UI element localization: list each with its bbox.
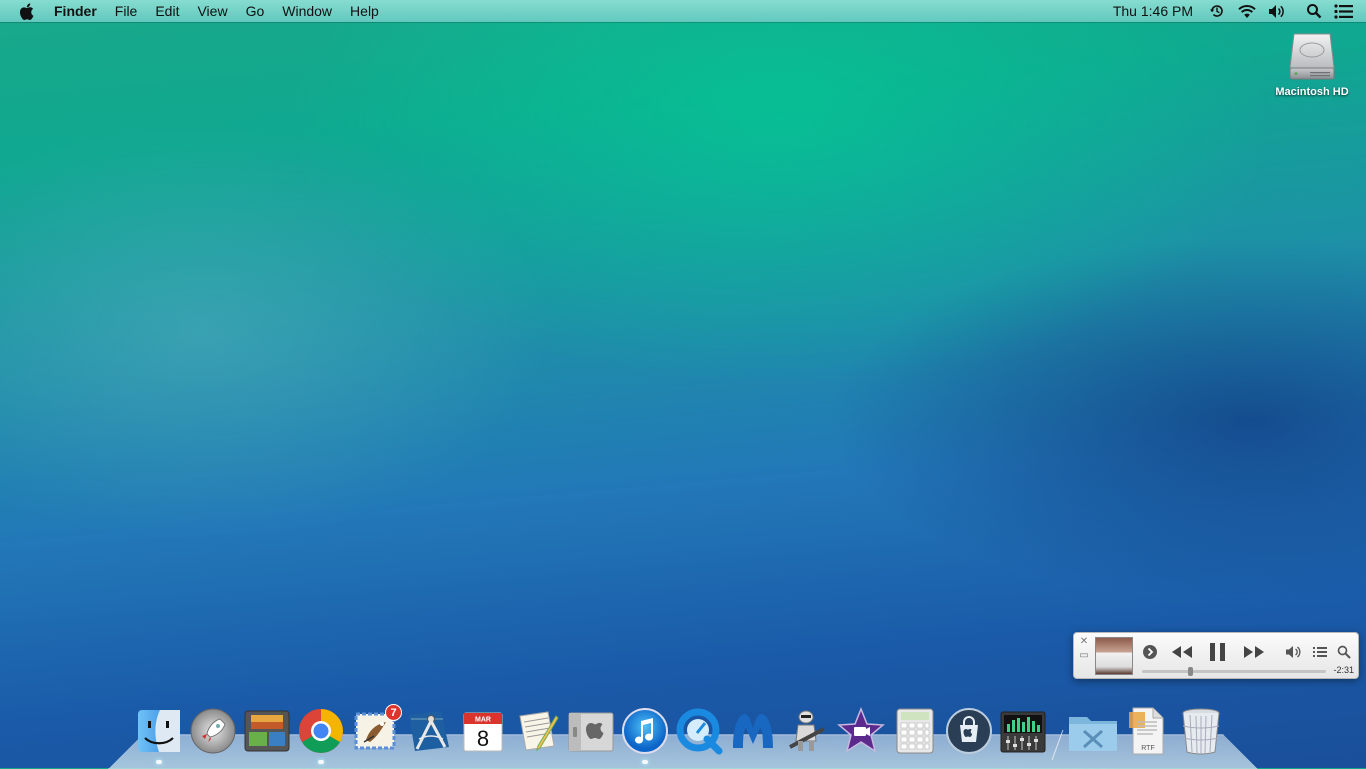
- dock-item-malwarebytes[interactable]: [726, 704, 780, 758]
- time-machine-icon[interactable]: [1207, 2, 1227, 20]
- rtf-label: RTF: [1141, 745, 1154, 752]
- menu-bar: Finder File Edit View Go Window Help Thu…: [0, 0, 1366, 22]
- menu-view[interactable]: View: [188, 0, 236, 22]
- calendar-day: 8: [477, 726, 489, 751]
- time-remaining: -2:31: [1333, 665, 1354, 675]
- itunes-icon: [622, 708, 668, 754]
- utilities-folder-icon: [1069, 717, 1117, 751]
- dock-item-image-capture[interactable]: [240, 704, 294, 758]
- close-icon[interactable]: ✕: [1079, 637, 1089, 647]
- dock-item-calendar[interactable]: MAR 8: [456, 704, 510, 758]
- dock-item-utilities-folder[interactable]: [1066, 704, 1120, 758]
- launchpad-icon: [190, 708, 236, 754]
- imovie-icon: [837, 707, 885, 753]
- mail-unread-badge: 7: [385, 704, 402, 721]
- bootcamp-icon: [568, 712, 614, 752]
- chrome-icon: [299, 709, 343, 753]
- dock-item-textedit[interactable]: [510, 704, 564, 758]
- spotlight-icon[interactable]: [1304, 2, 1324, 20]
- dock-item-itunes[interactable]: [618, 704, 672, 764]
- dock: 7 MAR 8 RTF: [132, 700, 1228, 764]
- desktop-icon-label: Macintosh HD: [1275, 86, 1349, 98]
- photos-icon: [244, 710, 290, 752]
- wifi-icon[interactable]: [1237, 2, 1257, 20]
- album-art[interactable]: [1095, 637, 1133, 675]
- pause-icon[interactable]: [1208, 642, 1228, 662]
- dock-separator: [1050, 710, 1066, 758]
- itunes-miniplayer: ✕ ▭ -2:31: [1073, 632, 1359, 679]
- compass-icon: [409, 711, 449, 751]
- dock-item-boot-camp[interactable]: [564, 704, 618, 758]
- dock-item-mail[interactable]: 7: [348, 704, 402, 758]
- calendar-month: MAR: [475, 717, 491, 724]
- menu-help[interactable]: Help: [341, 0, 388, 22]
- progress-track[interactable]: [1142, 667, 1326, 676]
- running-indicator: [156, 760, 162, 764]
- menu-edit[interactable]: Edit: [146, 0, 188, 22]
- dock-item-imovie[interactable]: [834, 704, 888, 758]
- dock-item-automator[interactable]: [780, 704, 834, 758]
- desktop-icon-macintosh-hd[interactable]: Macintosh HD: [1266, 28, 1358, 98]
- running-indicator: [318, 760, 324, 764]
- audio-mixer-icon: [1000, 711, 1046, 753]
- dock-item-chrome[interactable]: [294, 704, 348, 764]
- expand-icon[interactable]: ▭: [1079, 651, 1089, 661]
- dock-item-quicktime[interactable]: [672, 704, 726, 758]
- fast-forward-icon[interactable]: [1242, 644, 1266, 660]
- dock-item-finder[interactable]: [132, 704, 186, 764]
- menu-clock[interactable]: Thu 1:46 PM: [1104, 3, 1202, 19]
- up-next-icon[interactable]: [1142, 644, 1158, 660]
- hard-drive-icon: [1266, 28, 1358, 84]
- calendar-icon: MAR 8: [463, 712, 503, 752]
- dock-item-instruments[interactable]: [402, 704, 456, 758]
- calculator-icon: [896, 708, 934, 754]
- trash-icon: [1182, 708, 1220, 755]
- menu-file[interactable]: File: [106, 0, 147, 22]
- textedit-icon: [519, 711, 559, 752]
- malwarebytes-icon: [733, 714, 773, 748]
- menu-go[interactable]: Go: [237, 0, 274, 22]
- dock-item-calculator[interactable]: [888, 704, 942, 758]
- apple-logo-icon[interactable]: [17, 2, 35, 20]
- dock-item-rtf-document[interactable]: RTF: [1120, 704, 1174, 758]
- rtf-document-icon: RTF: [1129, 707, 1164, 755]
- dock-item-app-store[interactable]: [942, 704, 996, 758]
- volume-icon[interactable]: [1284, 644, 1304, 660]
- dock-item-audio-midi[interactable]: [996, 704, 1050, 758]
- search-icon[interactable]: [1336, 644, 1352, 660]
- notification-center-icon[interactable]: [1334, 2, 1354, 20]
- progress-knob[interactable]: [1188, 667, 1193, 676]
- volume-icon[interactable]: [1267, 2, 1287, 20]
- dock-item-launchpad[interactable]: [186, 704, 240, 758]
- automator-icon: [789, 710, 825, 751]
- running-indicator: [642, 760, 648, 764]
- finder-icon: [138, 710, 180, 752]
- app-store-icon: [946, 708, 992, 754]
- dock-item-trash[interactable]: [1174, 704, 1228, 758]
- list-icon[interactable]: [1312, 644, 1328, 660]
- quicktime-icon: [676, 708, 723, 755]
- menu-window[interactable]: Window: [273, 0, 341, 22]
- rewind-icon[interactable]: [1170, 644, 1194, 660]
- menu-app-finder[interactable]: Finder: [45, 0, 106, 22]
